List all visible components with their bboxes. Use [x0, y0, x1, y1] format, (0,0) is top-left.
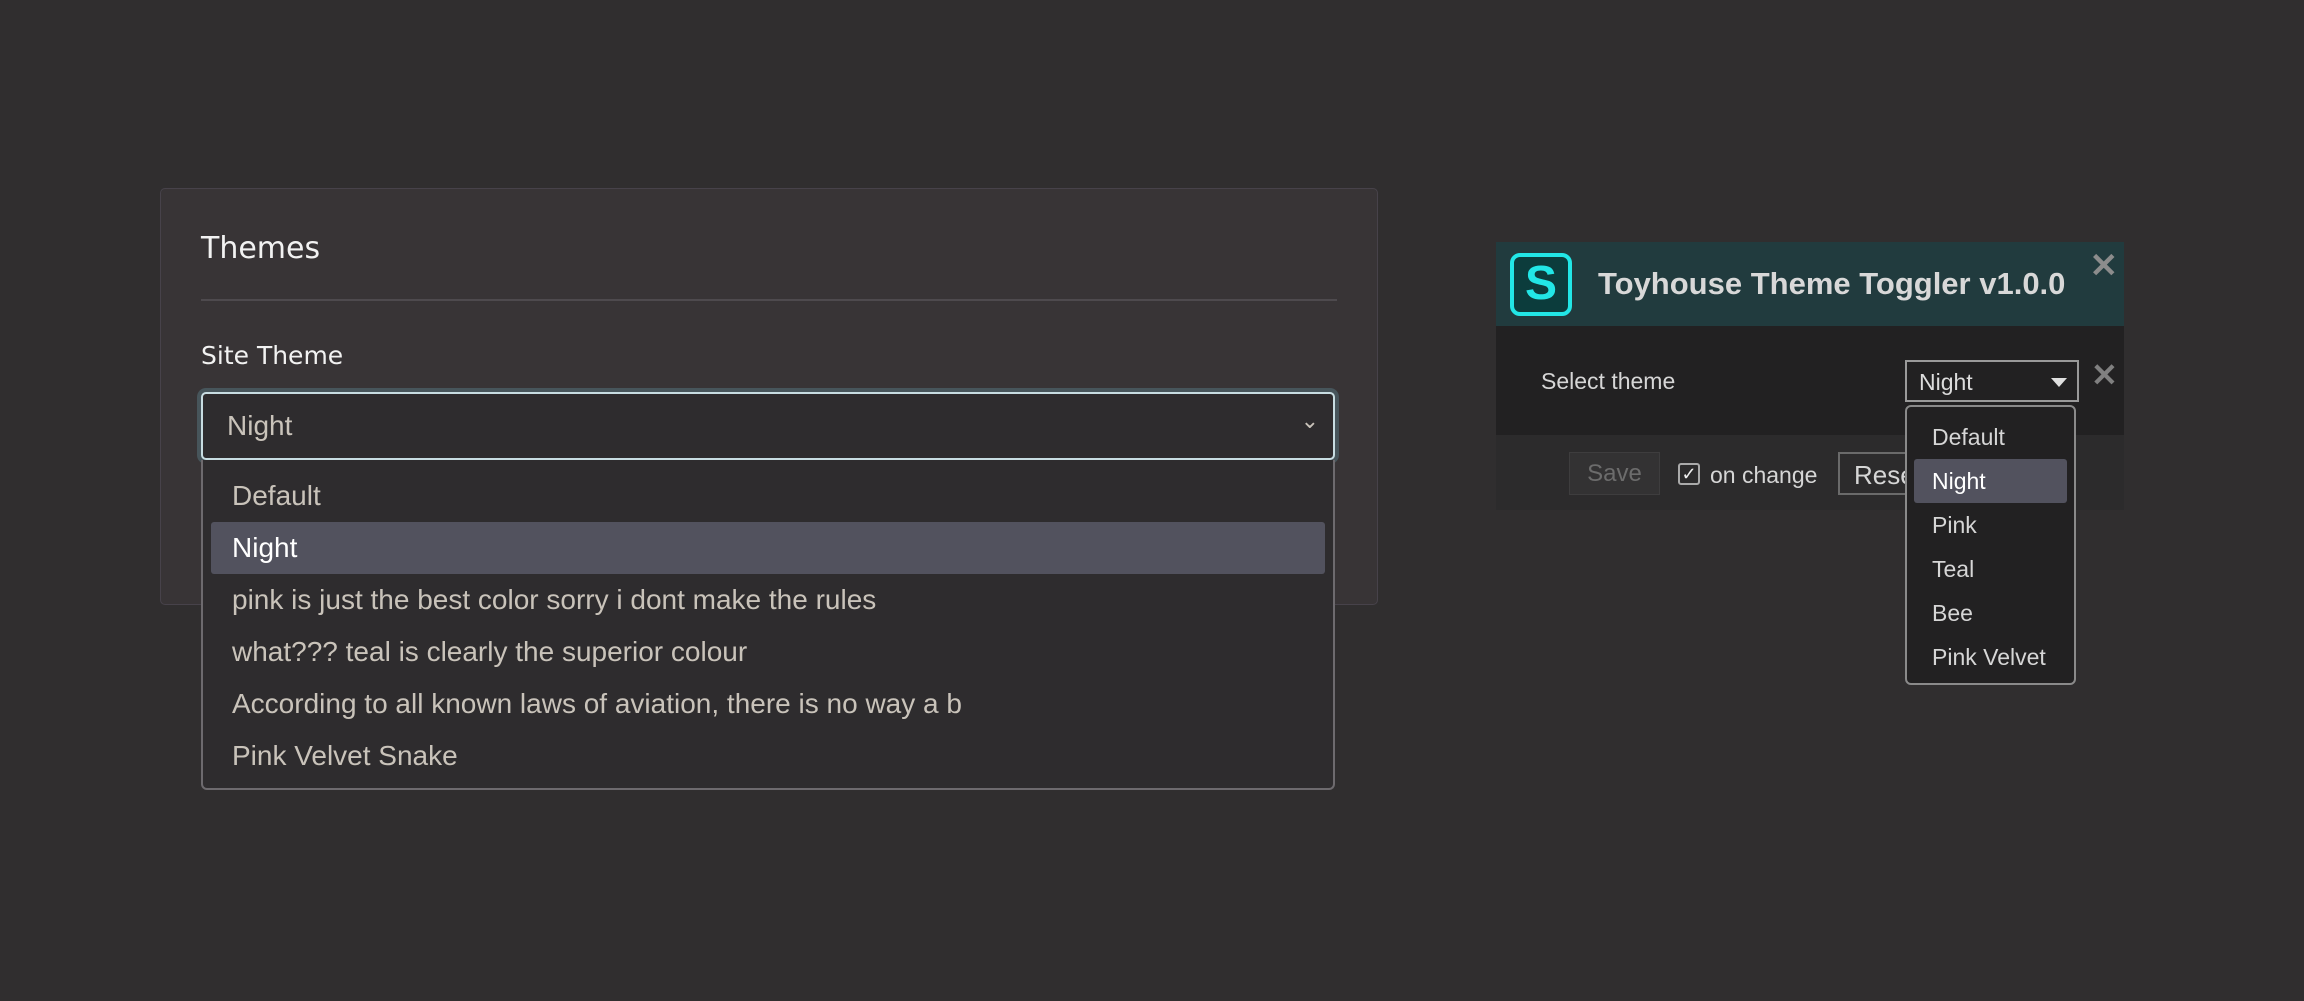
option-teal[interactable]: Teal [1914, 547, 2067, 591]
caret-down-icon [2051, 378, 2067, 387]
toggler-theme-options: Default Night Pink Teal Bee Pink Velvet [1905, 405, 2076, 685]
clear-icon[interactable]: ✕ [2091, 356, 2118, 394]
logo-icon: S [1510, 253, 1572, 316]
option-pink[interactable]: pink is just the best color sorry i dont… [211, 574, 1325, 626]
site-theme-label: Site Theme [201, 341, 344, 370]
chevron-down-icon: ⌄ [1300, 408, 1319, 433]
on-change-label: on change [1710, 462, 1818, 488]
close-icon[interactable]: ✕ [2090, 246, 2119, 286]
option-default[interactable]: Default [211, 470, 1325, 522]
save-button[interactable]: Save [1569, 452, 1660, 495]
option-pink-velvet[interactable]: Pink Velvet Snake [211, 730, 1325, 782]
theme-select[interactable]: Night [1905, 360, 2079, 402]
on-change-checkbox[interactable]: ✓ [1678, 463, 1700, 485]
site-theme-select[interactable]: Night ⌄ [201, 392, 1335, 460]
selected-value: Night [1919, 369, 1973, 395]
option-pink[interactable]: Pink [1914, 503, 2067, 547]
option-night[interactable]: Night [211, 522, 1325, 574]
option-bee[interactable]: According to all known laws of aviation,… [211, 678, 1325, 730]
option-default[interactable]: Default [1914, 415, 2067, 459]
panel-header: S Toyhouse Theme Toggler v1.0.0 ✕ [1496, 242, 2124, 326]
select-theme-label: Select theme [1541, 368, 1676, 394]
card-title: Themes [201, 231, 321, 266]
option-teal[interactable]: what??? teal is clearly the superior col… [211, 626, 1325, 678]
selected-value: Night [227, 410, 293, 441]
option-pink-velvet[interactable]: Pink Velvet [1914, 635, 2067, 679]
option-bee[interactable]: Bee [1914, 591, 2067, 635]
panel-title: Toyhouse Theme Toggler v1.0.0 [1598, 266, 2066, 301]
option-night[interactable]: Night [1914, 459, 2067, 503]
site-theme-options: Default Night pink is just the best colo… [201, 460, 1335, 790]
divider [201, 299, 1337, 301]
